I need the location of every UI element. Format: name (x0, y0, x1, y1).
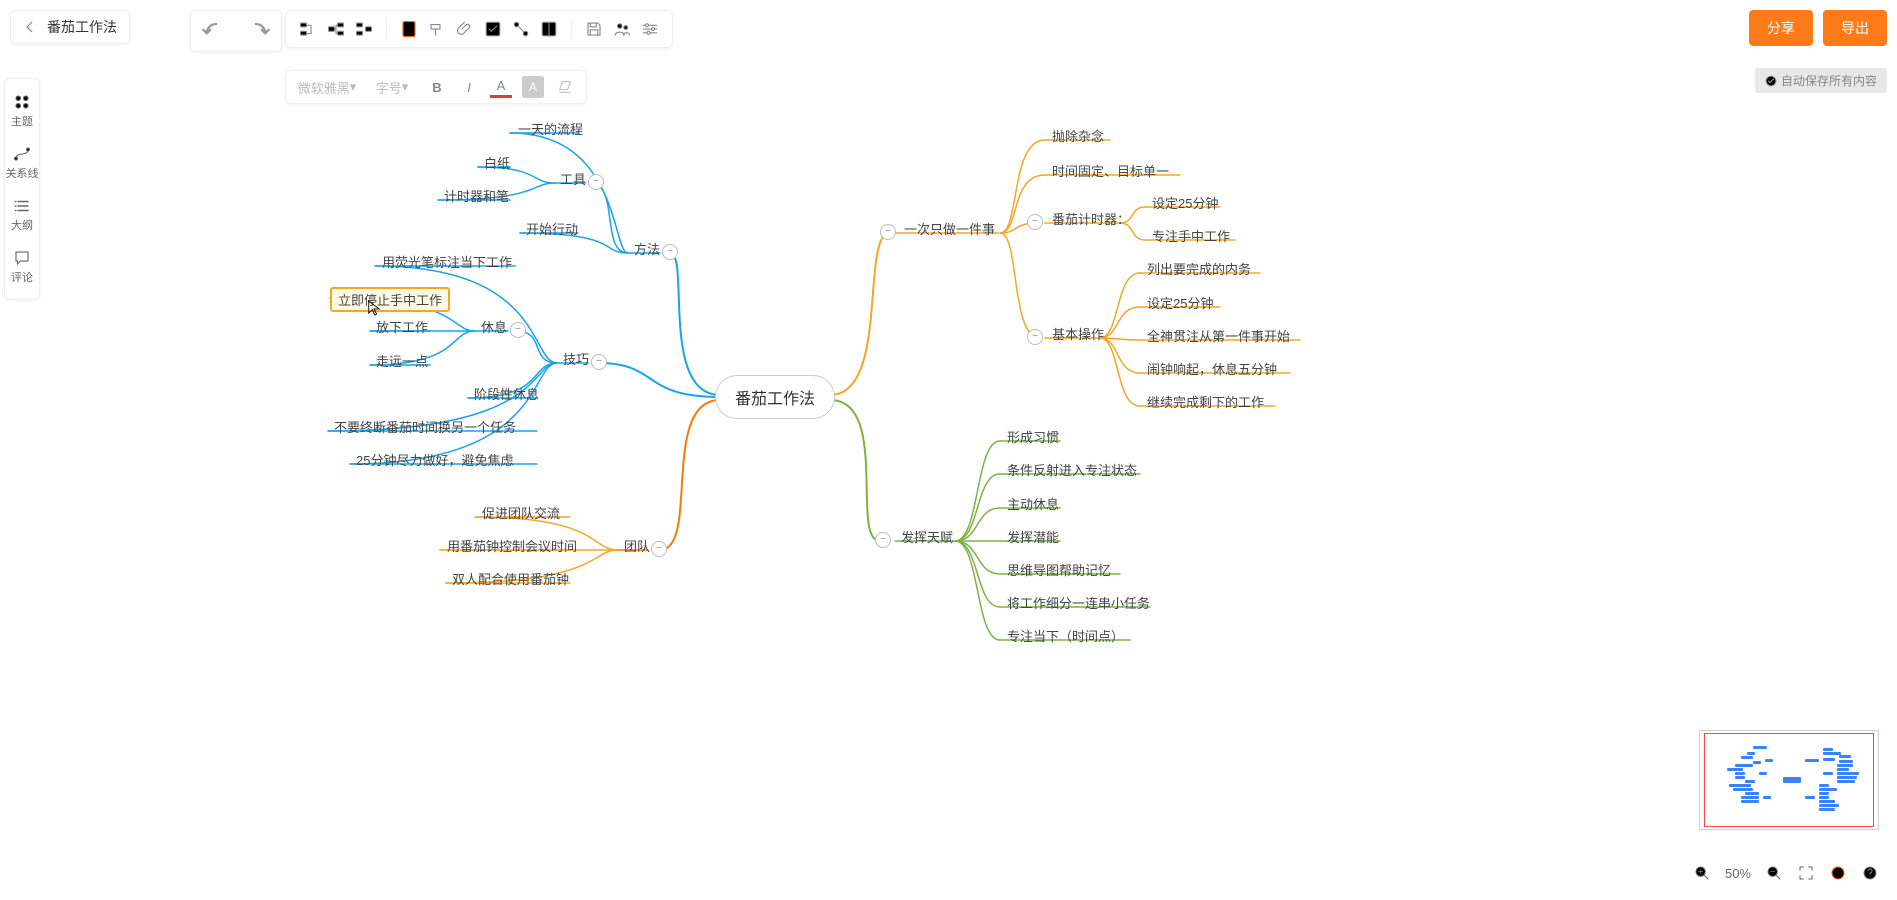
collapse-icon[interactable]: − (651, 541, 667, 557)
node[interactable]: 放下工作 (372, 315, 432, 338)
node[interactable]: 闹钟响起，休息五分钟 (1143, 357, 1281, 380)
node[interactable]: 发挥潜能 (1003, 525, 1063, 548)
node[interactable]: 列出要完成的内务 (1143, 257, 1255, 280)
help-button[interactable] (1861, 864, 1879, 882)
connections-layer (0, 0, 1897, 900)
node[interactable]: 用番茄钟控制会议时间 (443, 534, 581, 557)
node[interactable]: 用荧光笔标注当下工作 (378, 250, 516, 273)
collapse-icon[interactable]: − (591, 354, 607, 370)
node[interactable]: 将工作细分一连串小任务 (1003, 591, 1154, 614)
zoom-level: 50% (1725, 866, 1751, 881)
collapse-icon[interactable]: − (1027, 329, 1043, 345)
center-node[interactable]: 番茄工作法 (715, 375, 835, 419)
node[interactable]: 思维导图帮助记忆 (1003, 558, 1115, 581)
node[interactable]: 不要终断番茄时间换另一个任务 (330, 415, 520, 438)
node[interactable]: 25分钟尽力做好，避免焦虑 (352, 448, 517, 471)
selected-node[interactable]: 立即停止手中工作 (330, 287, 450, 312)
node[interactable]: 促进团队交流 (478, 501, 564, 524)
node-团队[interactable]: 团队 (620, 534, 654, 557)
node[interactable]: 走远一点 (372, 349, 432, 372)
node[interactable]: 开始行动 (522, 217, 582, 240)
collapse-icon[interactable]: − (510, 322, 526, 338)
zoom-bar: 50% (1693, 864, 1879, 882)
node-方法[interactable]: 方法 (630, 237, 664, 260)
node[interactable]: 工具 (556, 167, 590, 190)
node[interactable]: 形成习惯 (1003, 425, 1063, 448)
collapse-icon[interactable]: − (1027, 214, 1043, 230)
node[interactable]: 时间固定、目标单一 (1048, 159, 1173, 182)
node[interactable]: 条件反射进入专注状态 (1003, 458, 1141, 481)
node[interactable]: 主动休息 (1003, 492, 1063, 515)
node[interactable]: 计时器和笔 (440, 184, 513, 207)
fit-screen-button[interactable] (1797, 864, 1815, 882)
node[interactable]: 基本操作 (1048, 322, 1108, 345)
zoom-in-button[interactable] (1693, 864, 1711, 882)
node[interactable]: 全神贯注从第一件事开始 (1143, 324, 1294, 347)
node-一次只做一件事[interactable]: 一次只做一件事 (900, 217, 999, 240)
cursor-icon (367, 299, 381, 317)
collapse-icon[interactable]: − (880, 224, 896, 240)
node[interactable]: 设定25分钟 (1148, 191, 1222, 214)
collapse-icon[interactable]: − (662, 244, 678, 260)
node[interactable]: 设定25分钟 (1143, 291, 1217, 314)
node[interactable]: 休息 (477, 315, 511, 338)
collapse-icon[interactable]: − (875, 532, 891, 548)
node-发挥天赋[interactable]: 发挥天赋 (897, 525, 957, 548)
node[interactable]: 阶段性休息 (470, 382, 543, 405)
node[interactable]: 抛除杂念 (1048, 124, 1108, 147)
minimap-viewport[interactable] (1704, 733, 1874, 827)
node[interactable]: 双人配合使用番茄钟 (448, 567, 573, 590)
mindmap-canvas[interactable]: 番茄工作法 方法 − 一天的流程 工具 − 白纸 计时器和笔 开始行动 技巧 −… (0, 0, 1897, 900)
node[interactable]: 专注手中工作 (1148, 224, 1234, 247)
collapse-icon[interactable]: − (588, 174, 604, 190)
minimap[interactable] (1699, 730, 1879, 830)
node[interactable]: 继续完成剩下的工作 (1143, 390, 1268, 413)
node[interactable]: 专注当下（时间点） (1003, 624, 1128, 647)
focus-mode-button[interactable] (1829, 864, 1847, 882)
zoom-out-button[interactable] (1765, 864, 1783, 882)
node-技巧[interactable]: 技巧 (559, 347, 593, 370)
node[interactable]: 番茄计时器： (1048, 207, 1134, 230)
node[interactable]: 白纸 (480, 151, 514, 174)
node[interactable]: 一天的流程 (514, 117, 587, 140)
